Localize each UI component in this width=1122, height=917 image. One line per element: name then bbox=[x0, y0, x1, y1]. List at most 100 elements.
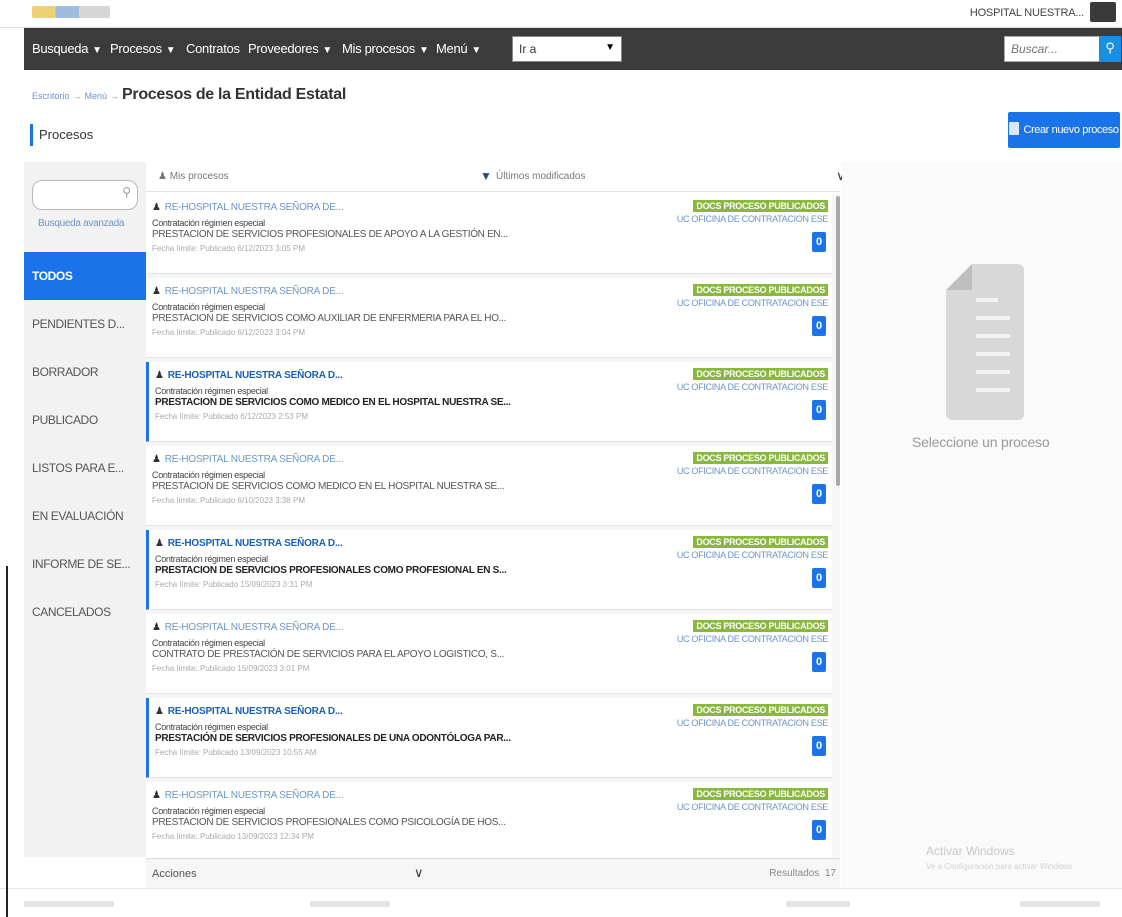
caret-down-icon: ▼ bbox=[322, 45, 333, 56]
filter-cancelados[interactable]: CANCELADOS bbox=[24, 588, 146, 636]
section-label: Procesos bbox=[30, 124, 93, 146]
process-card[interactable]: ♟ RE-HOSPITAL NUESTRA SEÑORA D... Contrat… bbox=[146, 530, 832, 610]
document-line bbox=[976, 352, 1010, 356]
nav-menu[interactable]: Menú ▼ bbox=[436, 41, 481, 56]
filter-borrador[interactable]: BORRADOR bbox=[24, 348, 146, 396]
process-modality: Contratación régimen especial bbox=[155, 554, 268, 564]
process-entity[interactable]: ♟ RE-HOSPITAL NUESTRA SEÑORA DE... bbox=[152, 286, 344, 297]
list-scrollbar[interactable] bbox=[836, 196, 840, 486]
breadcrumb: Escritorio → Menú → Procesos de la Entidad E… bbox=[32, 86, 346, 104]
process-modality: Contratación régimen especial bbox=[152, 806, 265, 816]
actions-menu[interactable]: Acciones bbox=[152, 868, 197, 880]
advanced-search-link[interactable]: Busqueda avanzada bbox=[38, 218, 124, 229]
process-dates: Fecha límite: Publicado 13/09/2023 12:34… bbox=[152, 832, 314, 841]
count-badge[interactable]: 0 bbox=[812, 736, 826, 756]
process-card[interactable]: ♟ RE-HOSPITAL NUESTRA SEÑORA DE... Contra… bbox=[146, 614, 832, 694]
process-description: PRESTACIÓN DE SERVICIOS PROFESIONALES DE… bbox=[155, 733, 511, 744]
process-modality: Contratación régimen especial bbox=[152, 302, 265, 312]
process-modality: Contratación régimen especial bbox=[152, 638, 265, 648]
nav-label: Proveedores bbox=[248, 41, 319, 56]
document-icon bbox=[1009, 122, 1020, 135]
sidebar-search-input[interactable]: ⚲ bbox=[32, 180, 138, 210]
caret-down-icon: ▼ bbox=[605, 42, 615, 53]
status-badge: DOCS PROCESO PUBLICADOS bbox=[693, 620, 828, 632]
bottom-placeholder bbox=[24, 901, 114, 907]
entity-name: RE-HOSPITAL NUESTRA SEÑORA DE... bbox=[164, 622, 344, 633]
list-header: ♟ Mis procesos ▼ Últimos modificados ∨ bbox=[146, 162, 846, 192]
filter-en-evaluacion[interactable]: EN EVALUACIÓN bbox=[24, 492, 146, 540]
top-banner: HOSPITAL NUESTRA... bbox=[0, 0, 1122, 28]
count-badge[interactable]: 0 bbox=[812, 820, 826, 840]
process-unit: UC OFICINA DE CONTRATACION ESE bbox=[676, 550, 828, 560]
count-badge[interactable]: 0 bbox=[812, 484, 826, 504]
chevron-down-icon[interactable]: ∨ bbox=[414, 865, 424, 881]
process-entity[interactable]: ♟ RE-HOSPITAL NUESTRA SEÑORA D... bbox=[155, 370, 343, 381]
entity-name: RE-HOSPITAL NUESTRA SEÑORA D... bbox=[167, 538, 343, 549]
process-entity[interactable]: ♟ RE-HOSPITAL NUESTRA SEÑORA DE... bbox=[152, 454, 344, 465]
filter-publicado[interactable]: PUBLICADO bbox=[24, 396, 146, 444]
process-list: ♟ RE-HOSPITAL NUESTRA SEÑORA DE... Contra… bbox=[146, 194, 840, 857]
process-unit: UC OFICINA DE CONTRATACION ESE bbox=[676, 802, 828, 812]
filter-pendientes[interactable]: PENDIENTES D... bbox=[24, 300, 146, 348]
document-line bbox=[976, 334, 1010, 338]
search-icon[interactable]: ⚲ bbox=[1099, 36, 1121, 62]
breadcrumb-link[interactable]: Escritorio bbox=[32, 91, 70, 101]
process-dates: Fecha límite: Publicado 13/09/2023 10:55… bbox=[155, 748, 317, 757]
process-description: PRESTACION DE SERVICIOS PROFESIONALES CO… bbox=[152, 817, 506, 828]
process-card[interactable]: ♟ RE-HOSPITAL NUESTRA SEÑORA DE... Contra… bbox=[146, 446, 832, 526]
filter-todos[interactable]: TODOS bbox=[24, 252, 146, 300]
count-badge[interactable]: 0 bbox=[812, 316, 826, 336]
nav-proveedores[interactable]: Proveedores ▼ bbox=[248, 41, 332, 56]
count-badge[interactable]: 0 bbox=[812, 568, 826, 588]
process-entity[interactable]: ♟ RE-HOSPITAL NUESTRA SEÑORA DE... bbox=[152, 790, 344, 801]
count-badge[interactable]: 0 bbox=[812, 652, 826, 672]
nav-procesos[interactable]: Procesos ▼ bbox=[110, 41, 176, 56]
process-card[interactable]: ♟ RE-HOSPITAL NUESTRA SEÑORA DE... Contra… bbox=[146, 278, 832, 358]
process-entity[interactable]: ♟ RE-HOSPITAL NUESTRA SEÑORA D... bbox=[155, 706, 343, 717]
user-avatar[interactable] bbox=[1090, 2, 1116, 22]
process-card[interactable]: ♟ RE-HOSPITAL NUESTRA SEÑORA DE... Contra… bbox=[146, 782, 832, 857]
site-logo[interactable] bbox=[32, 6, 110, 18]
process-dates: Fecha límite: Publicado 6/12/2023 3:04 P… bbox=[152, 328, 305, 337]
search-icon: ⚲ bbox=[122, 185, 131, 199]
goto-value: Ir a bbox=[519, 42, 537, 56]
document-line bbox=[976, 370, 1010, 374]
process-card[interactable]: ♟ RE-HOSPITAL NUESTRA SEÑORA D... Contrat… bbox=[146, 698, 832, 778]
process-dates: Fecha límite: Publicado 6/12/2023 2:53 P… bbox=[155, 412, 308, 421]
user-name[interactable]: HOSPITAL NUESTRA... bbox=[970, 7, 1084, 19]
filter-listos[interactable]: LISTOS PARA E... bbox=[24, 444, 146, 492]
process-modality: Contratación régimen especial bbox=[152, 470, 265, 480]
process-modality: Contratación régimen especial bbox=[155, 386, 268, 396]
entity-name: RE-HOSPITAL NUESTRA SEÑORA DE... bbox=[164, 202, 344, 213]
count-badge[interactable]: 0 bbox=[812, 400, 826, 420]
search-input[interactable] bbox=[1005, 37, 1095, 61]
goto-select[interactable]: Ir a ▼ bbox=[512, 36, 622, 62]
person-icon: ♟ bbox=[152, 202, 161, 213]
create-process-button[interactable]: Crear nuevo proceso bbox=[1008, 112, 1120, 148]
process-card[interactable]: ♟ RE-HOSPITAL NUESTRA SEÑORA DE... Contra… bbox=[146, 194, 832, 274]
status-badge: DOCS PROCESO PUBLICADOS bbox=[693, 788, 828, 800]
process-entity[interactable]: ♟ RE-HOSPITAL NUESTRA SEÑORA DE... bbox=[152, 622, 344, 633]
count-badge[interactable]: 0 bbox=[812, 232, 826, 252]
filter-sidebar: ⚲ Busqueda avanzada TODOS PENDIENTES D..… bbox=[24, 162, 146, 857]
process-unit: UC OFICINA DE CONTRATACION ESE bbox=[676, 298, 828, 308]
process-entity[interactable]: ♟ RE-HOSPITAL NUESTRA SEÑORA D... bbox=[155, 538, 343, 549]
process-card[interactable]: ♟ RE-HOSPITAL NUESTRA SEÑORA D... Contrat… bbox=[146, 362, 832, 442]
breadcrumb-link[interactable]: Menú bbox=[85, 91, 108, 101]
list-footer: Acciones ∨ Resultados 17 bbox=[146, 858, 840, 888]
page-title: Procesos de la Entidad Estatal bbox=[122, 86, 347, 103]
nav-busqueda[interactable]: Busqueda ▼ bbox=[32, 41, 102, 56]
status-badge: DOCS PROCESO PUBLICADOS bbox=[693, 536, 828, 548]
process-entity[interactable]: ♟ RE-HOSPITAL NUESTRA SEÑORA DE... bbox=[152, 202, 344, 213]
filter-informe[interactable]: INFORME DE SE... bbox=[24, 540, 146, 588]
chevron-down-icon[interactable]: ▼ bbox=[480, 169, 492, 183]
document-line bbox=[976, 298, 998, 302]
person-icon: ♟ bbox=[155, 538, 164, 549]
entity-name: RE-HOSPITAL NUESTRA SEÑORA DE... bbox=[164, 286, 344, 297]
nav-contratos[interactable]: Contratos bbox=[186, 41, 240, 56]
status-badge: DOCS PROCESO PUBLICADOS bbox=[693, 200, 828, 212]
nav-mis-procesos[interactable]: Mis procesos ▼ bbox=[342, 41, 429, 56]
owner-filter[interactable]: ♟ Mis procesos bbox=[158, 171, 229, 182]
sort-select[interactable]: Últimos modificados bbox=[496, 171, 585, 182]
process-unit: UC OFICINA DE CONTRATACION ESE bbox=[676, 382, 828, 392]
